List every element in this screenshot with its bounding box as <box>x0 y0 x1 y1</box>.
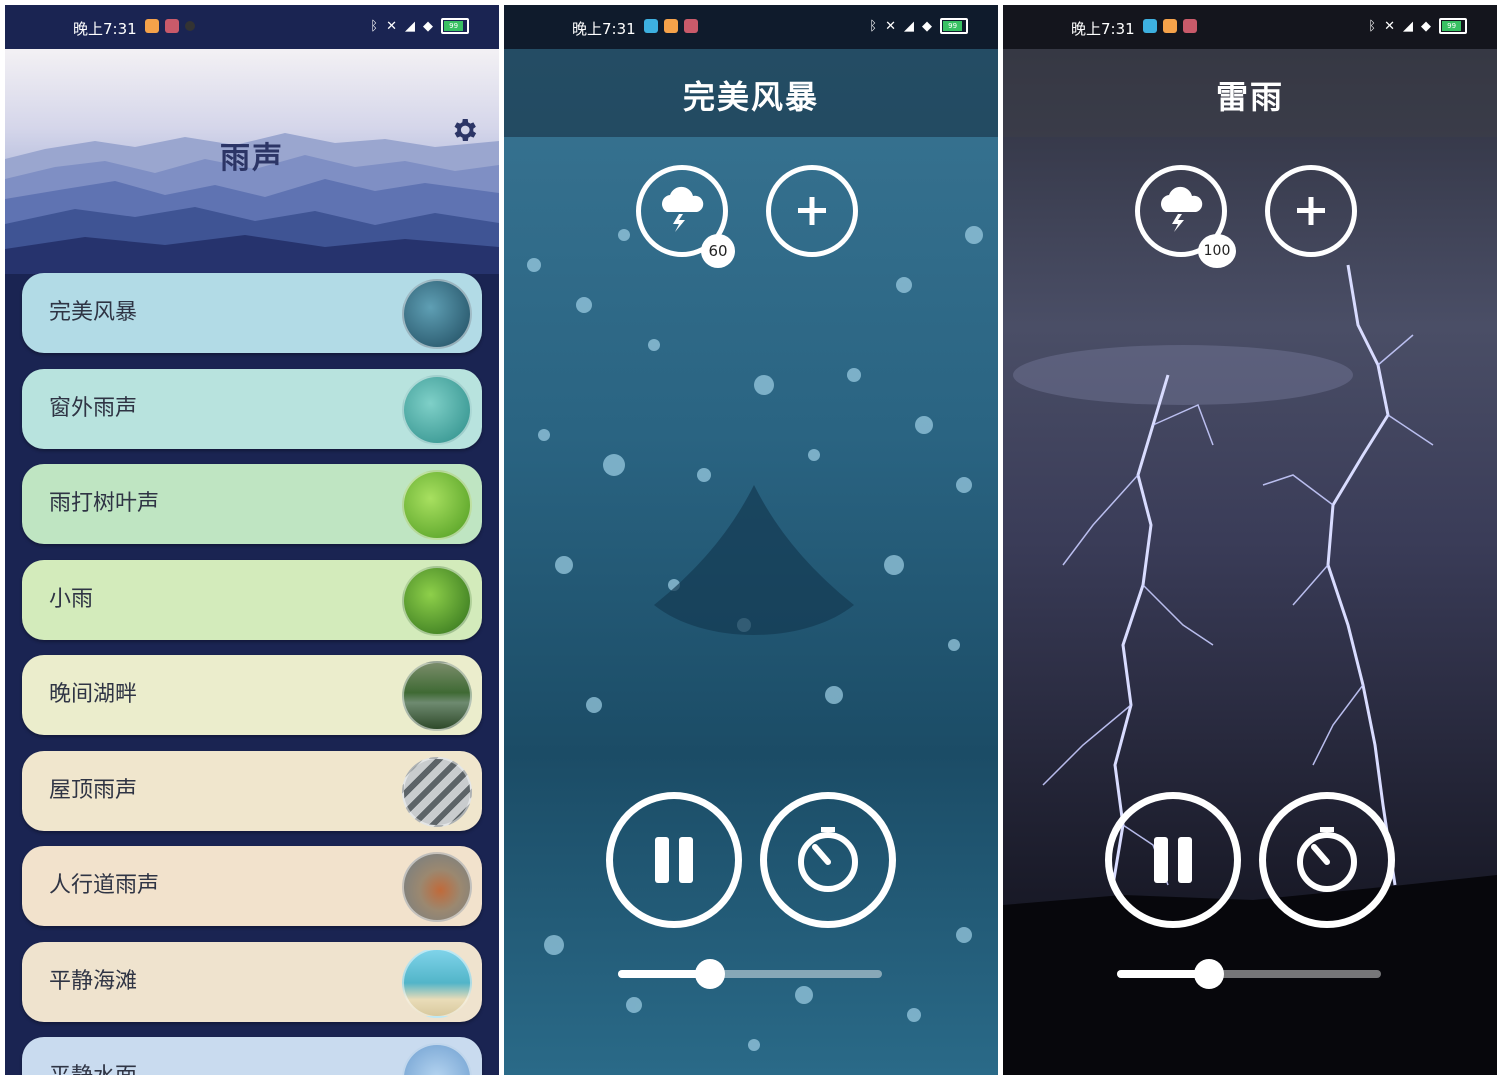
plus-icon <box>1297 197 1325 225</box>
signal-icon: ◢ <box>405 18 415 34</box>
sound-thumbnail <box>402 947 472 1018</box>
status-bar: 晚上7:31 ᛒ ✕ ◢ ◆ 99 <box>504 5 998 49</box>
volume-slider[interactable] <box>618 959 882 989</box>
rain-water-background <box>504 5 998 1075</box>
notification-icons <box>145 19 195 33</box>
status-time: 晚上7:31 <box>1071 20 1135 38</box>
app-notification-icon <box>644 19 658 33</box>
sound-list: 完美风暴 窗外雨声 雨打树叶声 小雨 晚间湖畔 屋顶雨声 人行道雨声 平静海滩 <box>22 273 482 1075</box>
sound-item-sidewalk-rain[interactable]: 人行道雨声 <box>22 846 482 926</box>
notification-icons <box>644 19 698 33</box>
bluetooth-icon: ᛒ <box>869 18 878 34</box>
status-time: 晚上7:31 <box>73 20 137 38</box>
mute-icon: ✕ <box>885 18 896 34</box>
timer-button[interactable] <box>1259 792 1395 928</box>
bluetooth-icon: ᛒ <box>1368 18 1377 34</box>
add-sound-button[interactable] <box>766 165 858 257</box>
wifi-icon: ◆ <box>922 18 932 34</box>
notification-icons <box>1143 19 1197 33</box>
sound-item-label: 雨打树叶声 <box>49 491 160 516</box>
plus-icon <box>798 197 826 225</box>
sound-item-label: 完美风暴 <box>49 300 138 325</box>
signal-icon: ◢ <box>1403 18 1413 34</box>
app-notification-icon <box>684 19 698 33</box>
sound-thumbnail <box>402 279 472 349</box>
sound-item-label: 平静海滩 <box>49 968 138 994</box>
battery-icon: 99 <box>441 18 469 34</box>
app-notification-icon <box>145 19 159 33</box>
volume-badge: 60 <box>701 234 735 268</box>
page-title: 雷雨 <box>1215 78 1284 116</box>
pause-button[interactable] <box>1105 792 1241 928</box>
sound-thumbnail <box>402 852 472 922</box>
sound-item-label: 人行道雨声 <box>49 873 160 898</box>
sound-item-rain-on-leaves[interactable]: 雨打树叶声 <box>22 464 482 544</box>
gear-icon[interactable] <box>449 115 479 145</box>
battery-icon: 99 <box>1439 18 1467 34</box>
timer-icon <box>798 827 858 892</box>
app-notification-icon <box>1183 19 1197 33</box>
player-header: 完美风暴 <box>504 49 998 137</box>
sound-thumbnail <box>402 661 472 731</box>
volume-badge: 100 <box>1198 234 1236 268</box>
player-screen-perfect-storm: 晚上7:31 ᛒ ✕ ◢ ◆ 99 完美风暴 60 <box>504 5 998 1075</box>
wifi-icon: ◆ <box>423 18 433 34</box>
sound-item-label: 窗外雨声 <box>49 395 138 421</box>
volume-slider[interactable] <box>1117 959 1381 989</box>
sound-item-label: 屋顶雨声 <box>49 777 138 803</box>
timer-icon <box>1297 827 1357 892</box>
signal-icon: ◢ <box>904 18 914 34</box>
sound-thumbnail <box>402 470 472 540</box>
page-title: 雨声 <box>220 141 284 176</box>
pause-icon <box>655 837 693 883</box>
sound-item-label: 平静水面 <box>49 1037 137 1075</box>
sound-item-window-rain[interactable]: 窗外雨声 <box>22 368 482 449</box>
pause-button[interactable] <box>606 792 742 928</box>
app-notification-icon <box>165 19 179 33</box>
status-bar: 晚上7:31 ᛒ ✕ ◢ ◆ 99 <box>1003 5 1497 49</box>
sound-thumbnail <box>402 565 472 636</box>
bluetooth-icon: ᛒ <box>370 18 379 34</box>
sound-thumbnail <box>402 1043 472 1075</box>
lightning-background <box>1003 5 1497 1075</box>
app-notification-icon <box>664 19 678 33</box>
sound-item-label: 晚间湖畔 <box>49 682 138 707</box>
tiktok-icon <box>185 21 195 31</box>
sound-item-roof-rain[interactable]: 屋顶雨声 <box>22 750 482 831</box>
app-notification-icon <box>1163 19 1177 33</box>
sound-item-perfect-storm[interactable]: 完美风暴 <box>22 273 482 353</box>
sound-thumbnail <box>402 756 472 827</box>
pause-icon <box>1154 837 1192 883</box>
header-banner: 雨声 <box>5 49 499 274</box>
sound-thumbnail <box>402 374 472 445</box>
sound-item-light-rain[interactable]: 小雨 <box>22 559 482 640</box>
status-time: 晚上7:31 <box>572 20 636 38</box>
system-status-icons: ᛒ ✕ ◢ ◆ 99 <box>1368 18 1467 34</box>
page-title: 完美风暴 <box>682 78 819 116</box>
sound-item-evening-lake[interactable]: 晚间湖畔 <box>22 655 482 735</box>
player-screen-thunderstorm: 晚上7:31 ᛒ ✕ ◢ ◆ 99 雷雨 100 <box>1003 5 1497 1075</box>
mute-icon: ✕ <box>1384 18 1395 34</box>
add-sound-button[interactable] <box>1265 165 1357 257</box>
battery-icon: 99 <box>940 18 968 34</box>
system-status-icons: ᛒ ✕ ◢ ◆ 99 <box>370 18 469 34</box>
mute-icon: ✕ <box>386 18 397 34</box>
app-notification-icon <box>1143 19 1157 33</box>
status-bar: 晚上7:31 ᛒ ✕ ◢ ◆ 99 <box>5 5 499 49</box>
timer-button[interactable] <box>760 792 896 928</box>
sound-list-screen: 晚上7:31 ᛒ ✕ ◢ ◆ 99 雨声 完美风暴 窗外雨声 雨打树叶声 小雨 … <box>5 5 499 1075</box>
system-status-icons: ᛒ ✕ ◢ ◆ 99 <box>869 18 968 34</box>
sound-item-label: 小雨 <box>49 586 94 612</box>
sound-item-calm-beach[interactable]: 平静海滩 <box>22 941 482 1022</box>
player-header: 雷雨 <box>1003 49 1497 137</box>
sound-item-calm-water[interactable]: 平静水面 <box>22 1037 482 1075</box>
wifi-icon: ◆ <box>1421 18 1431 34</box>
